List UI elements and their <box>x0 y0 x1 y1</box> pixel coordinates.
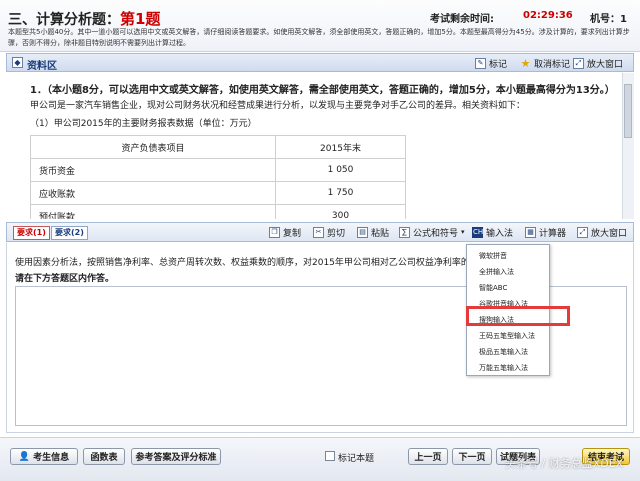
reference-answer-label: 参考答案及评分标准 <box>135 453 217 463</box>
mark-question-label: 标记本题 <box>338 454 375 464</box>
table-cell: 应收账款 <box>30 181 276 205</box>
enlarge-icon: ⤢ <box>577 226 588 238</box>
mark-button[interactable]: ✎ 标记 <box>475 56 507 70</box>
financial-table: 资产负债表项目 2015年末 货币资金 1 050 应收账款 1 750 预付账… <box>30 135 406 219</box>
mark-icon: ✎ <box>475 57 486 69</box>
formula-icon: ∑ <box>399 226 410 238</box>
machine-number: 机号：1 <box>590 14 627 25</box>
cut-label: 剪切 <box>327 228 346 239</box>
table-cell: 1 050 <box>275 158 406 182</box>
calculator-icon: ▦ <box>525 226 536 238</box>
material-content: 1．（本小题8分，可以选用中文或英文解答，如使用英文解答，需全部使用英文，答题正… <box>6 73 621 219</box>
ime-option[interactable]: 万能五笔输入法 <box>479 363 528 373</box>
ime-option[interactable]: 智能ABC <box>479 283 507 293</box>
section-prefix: 三、计算分析题： <box>8 12 120 28</box>
table-row: 应收账款 1 750 <box>30 181 406 205</box>
next-page-button[interactable]: 下一页 <box>452 448 492 465</box>
prev-page-label: 上一页 <box>414 453 442 463</box>
ime-label: 输入法 <box>486 228 514 239</box>
table-header-row: 资产负债表项目 2015年末 <box>30 135 406 159</box>
ime-icon: CH <box>472 226 484 238</box>
tab-requirement-2[interactable]: 要求(2) <box>51 226 88 240</box>
material-scroll-thumb[interactable] <box>624 84 632 138</box>
table-row: 预付账款 300 <box>30 204 406 219</box>
unmark-button[interactable]: ★ 取消标记 <box>520 56 570 70</box>
ime-button[interactable]: CH 输入法 <box>472 225 513 239</box>
material-enlarge-button[interactable]: ⤢ 放大窗口 <box>573 56 623 70</box>
watermark-text: 头条号 / 财务总监XDEX <box>505 457 624 470</box>
candidate-info-button[interactable]: 👤 考生信息 <box>10 448 78 465</box>
copy-icon: ❐ <box>269 226 280 238</box>
ime-option[interactable]: 极品五笔输入法 <box>479 347 528 357</box>
table-cell: 1 750 <box>275 181 406 205</box>
paste-button[interactable]: ▤ 粘贴 <box>357 225 389 239</box>
answer-toolbar: 要求(1) 要求(2) ❐ 复制 ✂ 剪切 ▤ 粘贴 ∑ 公式和符号 ▾ CH … <box>6 222 634 242</box>
timer-value: 02:29:36 <box>523 10 573 21</box>
table-cell: 300 <box>275 204 406 219</box>
copy-label: 复制 <box>283 228 302 239</box>
calculator-label: 计算器 <box>539 228 567 239</box>
ime-option[interactable]: 微软拼音 <box>479 251 507 261</box>
unmark-label: 取消标记 <box>534 59 571 70</box>
material-toolbar: ◆ 资料区 ✎ 标记 ★ 取消标记 ⤢ 放大窗口 <box>6 53 634 72</box>
candidate-info-label: 考生信息 <box>33 453 70 463</box>
question-intro: 甲公司是一家汽车销售企业，现对公司财务状况和经营成果进行分析，以发现与主要竞争对… <box>30 101 526 111</box>
ime-option[interactable]: 王码五笔型输入法 <box>479 331 535 341</box>
copy-button[interactable]: ❐ 复制 <box>269 225 301 239</box>
mark-question-checkbox[interactable] <box>325 451 335 461</box>
calculator-button[interactable]: ▦ 计算器 <box>525 225 566 239</box>
prev-page-button[interactable]: 上一页 <box>408 448 448 465</box>
cut-button[interactable]: ✂ 剪切 <box>313 225 345 239</box>
answer-prompt: 使用因素分析法，按照销售净利率、总资产周转次数、权益乘数的顺序，对2015年甲公… <box>15 258 488 268</box>
paste-icon: ▤ <box>357 226 368 238</box>
table-row: 货币资金 1 050 <box>30 158 406 182</box>
question-heading: 1．（本小题8分，可以选用中文或英文解答，如使用英文解答，需全部使用英文，答题正… <box>30 85 615 96</box>
mark-label: 标记 <box>489 59 508 70</box>
material-title: 资料区 <box>27 61 57 72</box>
scissors-icon: ✂ <box>313 226 324 238</box>
table-cell: 预付账款 <box>30 204 276 219</box>
table-cell: 货币资金 <box>30 158 276 182</box>
paste-label: 粘贴 <box>371 228 390 239</box>
reference-answer-button[interactable]: 参考答案及评分标准 <box>131 448 221 465</box>
table-header-cell: 2015年末 <box>275 135 406 159</box>
tab-requirement-1[interactable]: 要求(1) <box>13 226 50 240</box>
ime-selection-highlight <box>466 306 570 326</box>
section-title: 三、计算分析题：第1题 <box>8 8 160 29</box>
star-icon: ★ <box>520 56 531 70</box>
answer-enlarge-button[interactable]: ⤢ 放大窗口 <box>577 225 627 239</box>
function-table-label: 函数表 <box>90 453 118 463</box>
answer-instruction: 请在下方答题区内作答。 <box>15 274 115 284</box>
material-enlarge-label: 放大窗口 <box>587 59 624 70</box>
next-page-label: 下一页 <box>458 453 486 463</box>
table-header-cell: 资产负债表项目 <box>30 135 276 159</box>
formula-button[interactable]: ∑ 公式和符号 ▾ <box>399 225 465 239</box>
enlarge-icon: ⤢ <box>573 57 584 69</box>
instructions-text: 本题型共5小题40分。其中一道小题可以选用中文或英文解答，请仔细阅读答题要求。如… <box>8 28 630 47</box>
ime-option[interactable]: 全拼输入法 <box>479 267 514 277</box>
answer-enlarge-label: 放大窗口 <box>591 228 628 239</box>
function-table-button[interactable]: 函数表 <box>83 448 125 465</box>
timer-label: 考试剩余时间: <box>430 14 494 25</box>
question-number: 第1题 <box>120 10 161 28</box>
collapse-icon[interactable]: ◆ <box>12 57 23 68</box>
chevron-down-icon: ▾ <box>461 228 465 236</box>
formula-label: 公式和符号 <box>413 228 459 239</box>
question-subheading: （1）甲公司2015年的主要财务报表数据（单位：万元） <box>30 119 257 129</box>
user-icon: 👤 <box>18 451 31 462</box>
